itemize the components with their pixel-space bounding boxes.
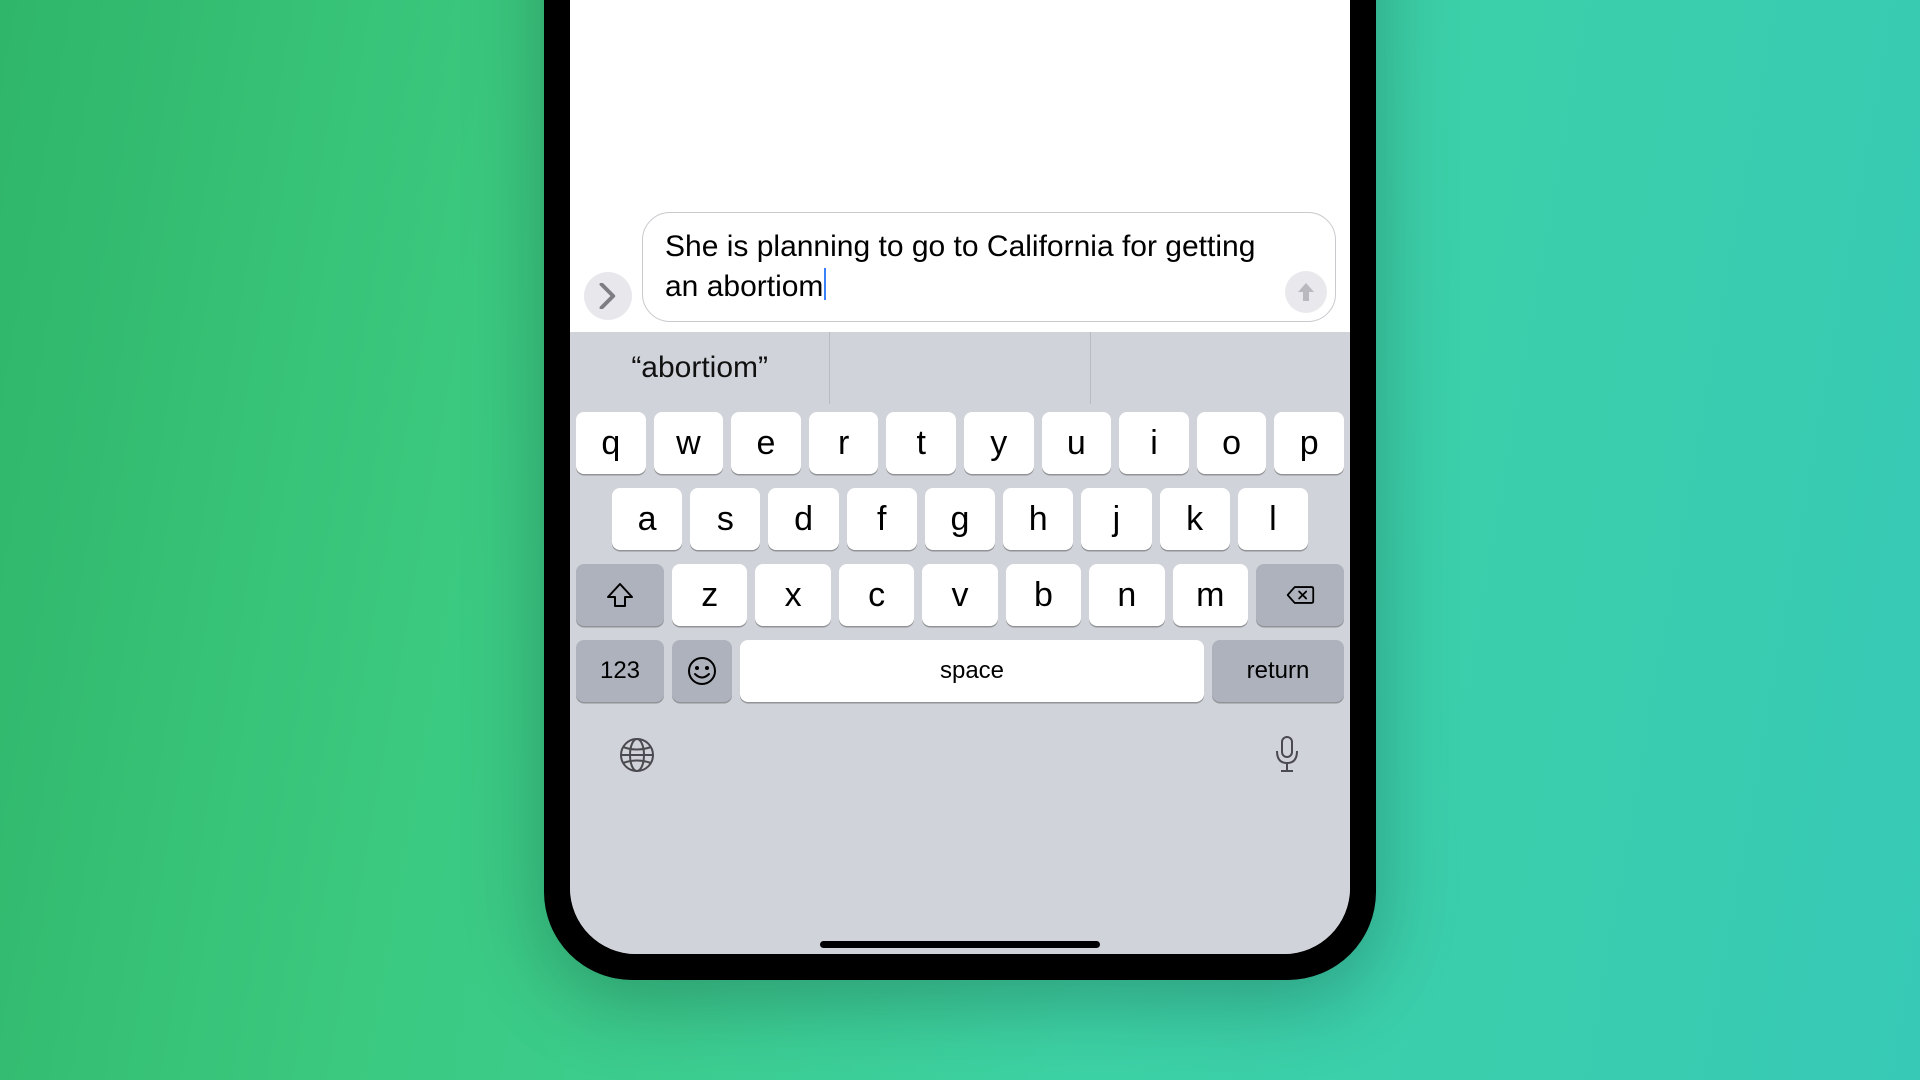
phone-bezel: She is planning to go to California for …	[562, 0, 1358, 962]
key-r[interactable]: r	[809, 412, 879, 474]
key-j[interactable]: j	[1081, 488, 1151, 550]
key-v[interactable]: v	[922, 564, 997, 626]
key-p[interactable]: p	[1274, 412, 1344, 474]
emoji-key[interactable]	[672, 640, 732, 702]
dictation-button[interactable]	[1272, 735, 1302, 780]
suggestion-2[interactable]	[830, 332, 1090, 404]
message-area: She is planning to go to California for …	[570, 0, 1350, 332]
space-key[interactable]: space	[740, 640, 1204, 702]
backspace-key[interactable]	[1256, 564, 1344, 626]
phone-frame: She is planning to go to California for …	[544, 0, 1376, 980]
key-b[interactable]: b	[1006, 564, 1081, 626]
suggestion-3[interactable]	[1091, 332, 1350, 404]
key-f[interactable]: f	[847, 488, 917, 550]
emoji-icon	[686, 655, 718, 687]
key-t[interactable]: t	[886, 412, 956, 474]
key-g[interactable]: g	[925, 488, 995, 550]
microphone-icon	[1272, 735, 1302, 775]
keyboard-footer	[576, 720, 1344, 812]
compose-row: She is planning to go to California for …	[584, 212, 1336, 322]
arrow-up-icon	[1296, 281, 1316, 303]
key-s[interactable]: s	[690, 488, 760, 550]
keyboard: q w e r t y u i o p a s d f g h	[570, 404, 1350, 954]
key-c[interactable]: c	[839, 564, 914, 626]
key-x[interactable]: x	[755, 564, 830, 626]
globe-icon	[618, 736, 656, 774]
keyboard-row-1: q w e r t y u i o p	[576, 412, 1344, 474]
message-input[interactable]: She is planning to go to California for …	[642, 212, 1336, 322]
key-i[interactable]: i	[1119, 412, 1189, 474]
shift-icon	[605, 580, 635, 610]
keyboard-row-3: z x c v b n m	[576, 564, 1344, 626]
keyboard-row-2: a s d f g h j k l	[576, 488, 1344, 550]
numbers-key[interactable]: 123	[576, 640, 664, 702]
message-text: She is planning to go to California for …	[665, 230, 1255, 303]
key-m[interactable]: m	[1173, 564, 1248, 626]
send-button[interactable]	[1285, 271, 1327, 313]
suggestion-1[interactable]: “abortiom”	[570, 332, 830, 404]
key-o[interactable]: o	[1197, 412, 1267, 474]
backspace-icon	[1285, 580, 1315, 610]
keyboard-row-4: 123 space return	[576, 640, 1344, 702]
key-w[interactable]: w	[654, 412, 724, 474]
key-q[interactable]: q	[576, 412, 646, 474]
phone-screen: She is planning to go to California for …	[570, 0, 1350, 954]
expand-apps-button[interactable]	[584, 272, 632, 320]
key-u[interactable]: u	[1042, 412, 1112, 474]
return-key[interactable]: return	[1212, 640, 1344, 702]
key-l[interactable]: l	[1238, 488, 1308, 550]
shift-key[interactable]	[576, 564, 664, 626]
suggestion-bar: “abortiom”	[570, 332, 1350, 404]
text-cursor	[824, 268, 826, 300]
key-e[interactable]: e	[731, 412, 801, 474]
key-n[interactable]: n	[1089, 564, 1164, 626]
key-y[interactable]: y	[964, 412, 1034, 474]
chevron-right-icon	[599, 283, 617, 309]
key-a[interactable]: a	[612, 488, 682, 550]
key-z[interactable]: z	[672, 564, 747, 626]
home-indicator[interactable]	[820, 941, 1100, 948]
key-h[interactable]: h	[1003, 488, 1073, 550]
globe-button[interactable]	[618, 736, 656, 779]
key-d[interactable]: d	[768, 488, 838, 550]
key-k[interactable]: k	[1160, 488, 1230, 550]
